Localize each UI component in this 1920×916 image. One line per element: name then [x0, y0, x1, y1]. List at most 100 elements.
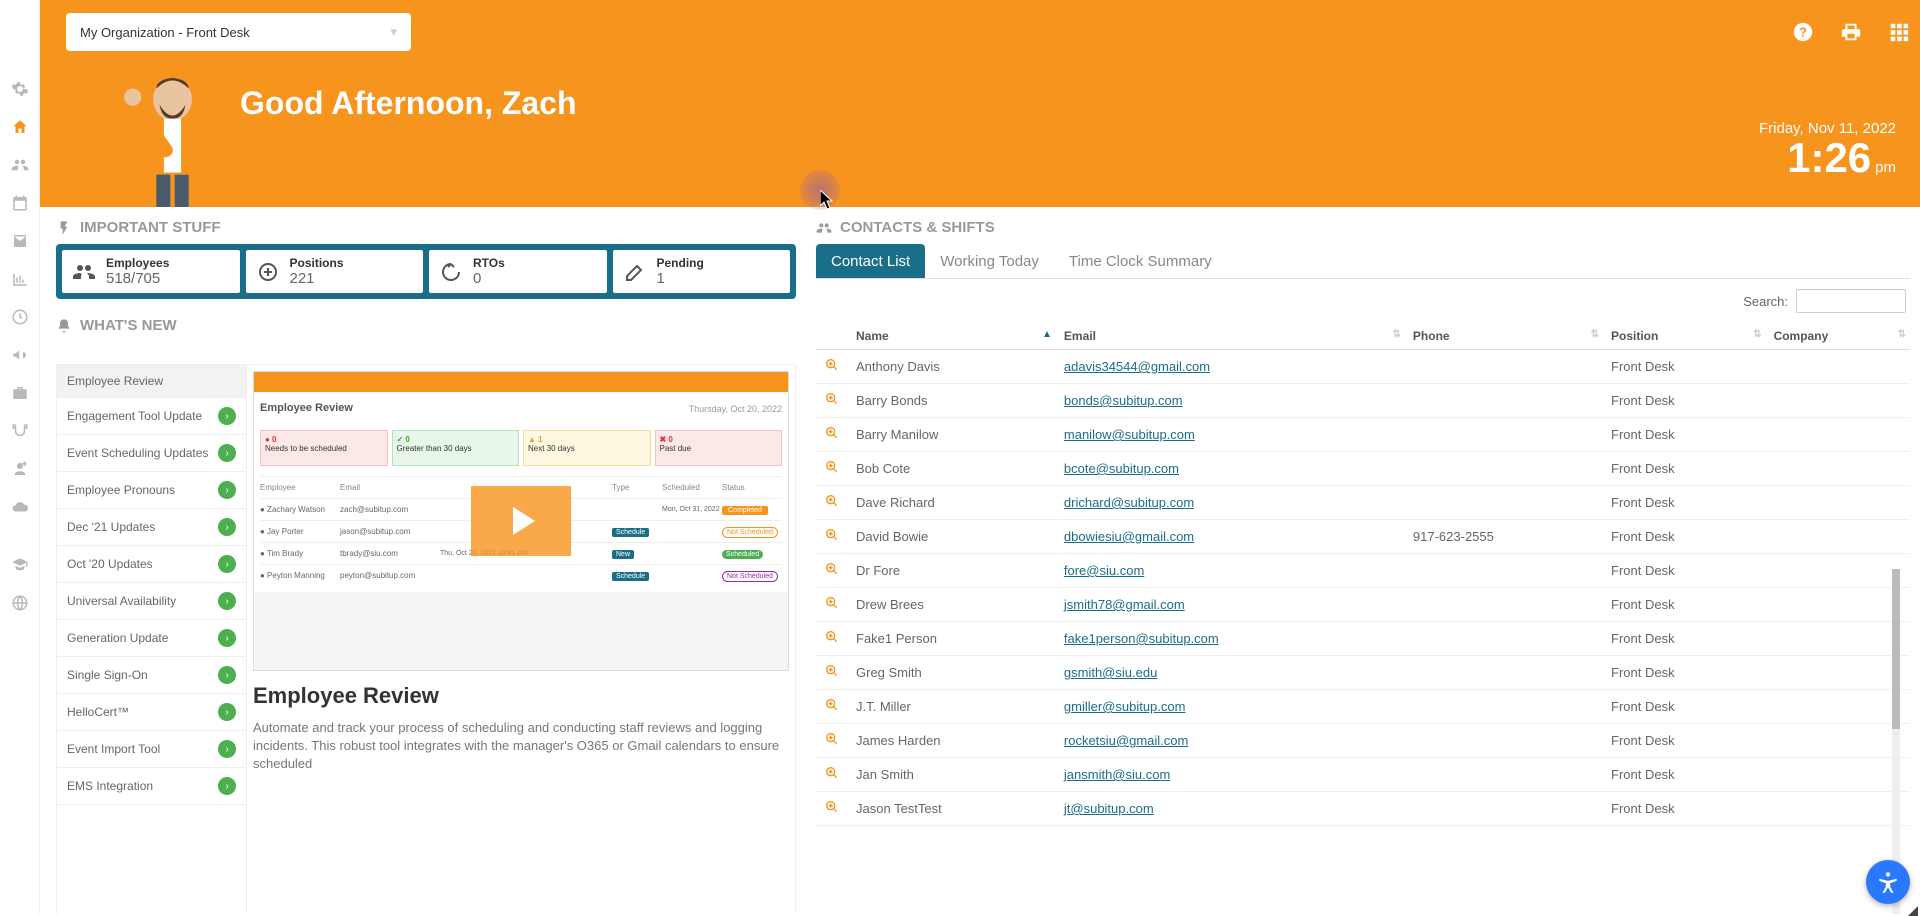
stat-card[interactable]: Positions221 — [246, 250, 424, 293]
person-add-icon[interactable] — [11, 460, 29, 478]
magnet-icon[interactable] — [11, 422, 29, 440]
contact-email-link[interactable]: gmiller@subitup.com — [1064, 699, 1186, 714]
stat-value: 1 — [657, 270, 704, 287]
whatsnew-item[interactable]: HelloCert™› — [57, 694, 246, 731]
magnify-icon[interactable] — [824, 731, 840, 747]
contact-email-link[interactable]: adavis34544@gmail.com — [1064, 359, 1210, 374]
clock-icon[interactable] — [11, 308, 29, 326]
whatsnew-item[interactable]: Generation Update› — [57, 620, 246, 657]
stat-value: 518/705 — [106, 270, 169, 287]
contact-email-link[interactable]: fake1person@subitup.com — [1064, 631, 1219, 646]
stat-card[interactable]: Pending1 — [613, 250, 791, 293]
contact-company — [1766, 724, 1910, 758]
magnify-icon[interactable] — [824, 595, 840, 611]
contact-email-link[interactable]: drichard@subitup.com — [1064, 495, 1194, 510]
magnify-icon[interactable] — [824, 493, 840, 509]
stats-bar: Employees518/705Positions221RTOs0Pending… — [56, 244, 796, 299]
whatsnew-item[interactable]: Single Sign-On› — [57, 657, 246, 694]
whatsnew-item[interactable]: EMS Integration› — [57, 768, 246, 805]
column-header-position[interactable]: Position⇅ — [1603, 323, 1766, 350]
contact-email-link[interactable]: jsmith78@gmail.com — [1064, 597, 1185, 612]
contact-company — [1766, 350, 1910, 384]
org-selector[interactable]: My Organization - Front Desk ▾ — [66, 13, 411, 51]
arrow-right-icon: › — [218, 481, 236, 499]
tab-working-today[interactable]: Working Today — [925, 244, 1054, 278]
whatsnew-item-label: HelloCert™ — [67, 705, 129, 719]
contact-email-link[interactable]: jansmith@siu.com — [1064, 767, 1170, 782]
tab-contact-list[interactable]: Contact List — [816, 244, 925, 278]
megaphone-icon[interactable] — [11, 346, 29, 364]
column-header-phone[interactable]: Phone⇅ — [1405, 323, 1603, 350]
sort-icon: ⇅ — [1898, 329, 1906, 340]
contact-row: Greg Smith gsmith@siu.edu Front Desk — [816, 656, 1910, 690]
datetime-display: Friday, Nov 11, 2022 1:26pm — [1759, 120, 1896, 179]
contact-email-link[interactable]: gsmith@siu.edu — [1064, 665, 1157, 680]
help-icon[interactable]: ? — [1792, 21, 1814, 43]
globe-icon[interactable] — [11, 594, 29, 612]
magnify-icon[interactable] — [824, 629, 840, 645]
contact-email-link[interactable]: dbowiesiu@gmail.com — [1064, 529, 1194, 544]
stat-card[interactable]: RTOs0 — [429, 250, 607, 293]
whatsnew-item[interactable]: Event Scheduling Updates› — [57, 435, 246, 472]
users-icon[interactable] — [11, 156, 29, 174]
whatsnew-item[interactable]: Oct '20 Updates› — [57, 546, 246, 583]
contact-row: Barry Manilow manilow@subitup.com Front … — [816, 418, 1910, 452]
avatar-illustration — [115, 67, 230, 207]
whatsnew-item[interactable]: Event Import Tool› — [57, 731, 246, 768]
accessibility-button[interactable] — [1866, 860, 1910, 904]
magnify-icon[interactable] — [824, 527, 840, 543]
contact-name: James Harden — [848, 724, 1056, 758]
column-header-company[interactable]: Company⇅ — [1766, 323, 1910, 350]
magnify-icon[interactable] — [824, 561, 840, 577]
magnify-icon[interactable] — [824, 697, 840, 713]
magnify-icon[interactable] — [824, 765, 840, 781]
contact-row: Barry Bonds bonds@subitup.com Front Desk — [816, 384, 1910, 418]
home-icon[interactable] — [11, 118, 29, 136]
contact-email-link[interactable]: jt@subitup.com — [1064, 801, 1154, 816]
column-header-email[interactable]: Email⇅ — [1056, 323, 1405, 350]
whatsnew-item[interactable]: Engagement Tool Update› — [57, 398, 246, 435]
cloud-icon[interactable] — [11, 498, 29, 516]
magnify-icon[interactable] — [824, 425, 840, 441]
column-header-name[interactable]: Name▲ — [848, 323, 1056, 350]
mail-icon[interactable] — [11, 232, 29, 250]
contact-phone — [1405, 622, 1603, 656]
contact-email-link[interactable]: bcote@subitup.com — [1064, 461, 1179, 476]
left-nav-rail — [0, 0, 40, 914]
magnify-icon[interactable] — [824, 391, 840, 407]
play-button[interactable] — [471, 486, 571, 556]
stat-card[interactable]: Employees518/705 — [62, 250, 240, 293]
contact-email-link[interactable]: rocketsiu@gmail.com — [1064, 733, 1188, 748]
contact-email-link[interactable]: fore@siu.com — [1064, 563, 1144, 578]
contact-company — [1766, 656, 1910, 690]
grad-cap-icon[interactable] — [11, 556, 29, 574]
arrow-right-icon: › — [218, 666, 236, 684]
whatsnew-item[interactable]: Dec '21 Updates› — [57, 509, 246, 546]
contact-row: Dave Richard drichard@subitup.com Front … — [816, 486, 1910, 520]
calendar-icon[interactable] — [11, 194, 29, 212]
briefcase-icon[interactable] — [11, 384, 29, 402]
chart-icon[interactable] — [11, 270, 29, 288]
print-icon[interactable] — [1840, 21, 1862, 43]
magnify-icon[interactable] — [824, 357, 840, 373]
magnify-icon[interactable] — [824, 663, 840, 679]
apps-grid-icon[interactable] — [1888, 21, 1910, 43]
contact-name: Jan Smith — [848, 758, 1056, 792]
tab-time-clock-summary[interactable]: Time Clock Summary — [1054, 244, 1227, 278]
whatsnew-item[interactable]: Employee Pronouns› — [57, 472, 246, 509]
contact-phone — [1405, 452, 1603, 486]
arrow-right-icon: › — [218, 555, 236, 573]
whatsnew-item[interactable]: Employee Review — [57, 365, 246, 398]
contact-email-link[interactable]: bonds@subitup.com — [1064, 393, 1183, 408]
magnify-icon[interactable] — [824, 799, 840, 815]
contact-email-link[interactable]: manilow@subitup.com — [1064, 427, 1195, 442]
whatsnew-item-label: Employee Review — [67, 374, 163, 388]
stat-value: 0 — [473, 270, 505, 287]
contact-position: Front Desk — [1603, 724, 1766, 758]
magnify-icon[interactable] — [824, 459, 840, 475]
search-input[interactable] — [1796, 289, 1906, 313]
corner-toggle-icon[interactable] — [1908, 906, 1918, 916]
contact-name: David Bowie — [848, 520, 1056, 554]
gear-icon[interactable] — [11, 80, 29, 98]
whatsnew-item[interactable]: Universal Availability› — [57, 583, 246, 620]
